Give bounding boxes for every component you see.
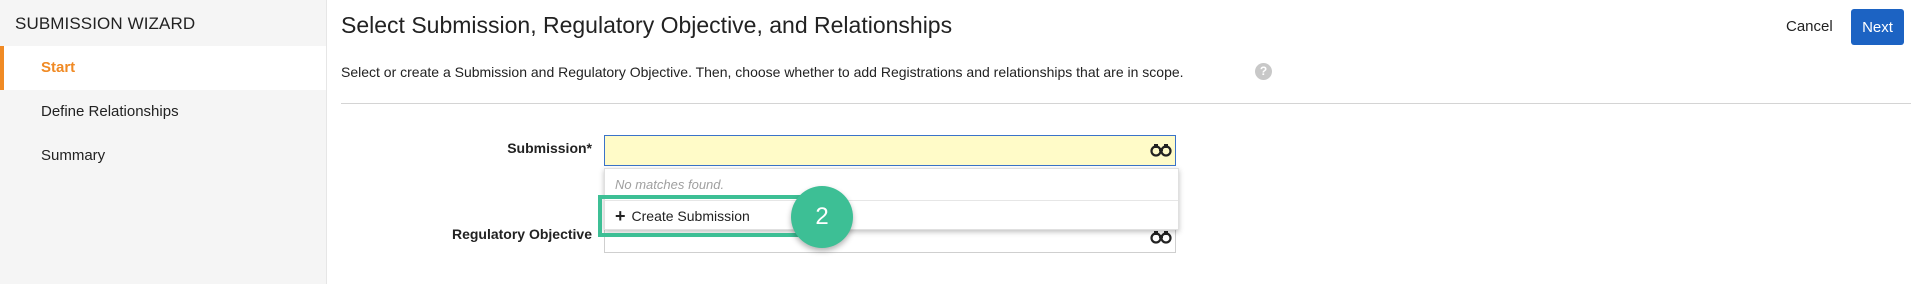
submission-input[interactable] — [604, 135, 1176, 166]
divider — [341, 103, 1911, 104]
regulatory-objective-label: Regulatory Objective — [451, 226, 592, 242]
sidebar-item-start[interactable]: Start — [0, 46, 326, 90]
cancel-button[interactable]: Cancel — [1786, 18, 1833, 35]
sidebar-item-summary[interactable]: Summary — [0, 134, 326, 178]
dropdown-divider — [605, 200, 1178, 201]
plus-icon: + — [615, 206, 626, 226]
sidebar-item-label: Summary — [41, 147, 106, 164]
page-title: Select Submission, Regulatory Objective,… — [341, 12, 953, 38]
submission-dropdown: No matches found. + Create Submission — [604, 168, 1179, 230]
create-submission-label: Create Submission — [631, 208, 750, 224]
binoculars-icon[interactable] — [1150, 143, 1172, 157]
sidebar-item-define-relationships[interactable]: Define Relationships — [0, 90, 326, 134]
sidebar-item-label: Start — [41, 59, 76, 76]
wizard-title: SUBMISSION WIZARD — [15, 14, 196, 33]
submission-label: Submission* — [507, 140, 592, 156]
instructions-text: Select or create a Submission and Regula… — [341, 64, 1184, 80]
sidebar-item-label: Define Relationships — [41, 103, 179, 120]
next-button[interactable]: Next — [1851, 9, 1904, 45]
step-badge: 2 — [791, 186, 853, 248]
wizard-sidebar: SUBMISSION WIZARD Start Define Relations… — [0, 0, 327, 284]
question-circle-icon[interactable]: ? — [1255, 63, 1272, 80]
create-submission-option[interactable]: + Create Submission — [615, 206, 750, 227]
binoculars-icon[interactable] — [1150, 230, 1172, 244]
no-matches-text: No matches found. — [615, 177, 725, 192]
